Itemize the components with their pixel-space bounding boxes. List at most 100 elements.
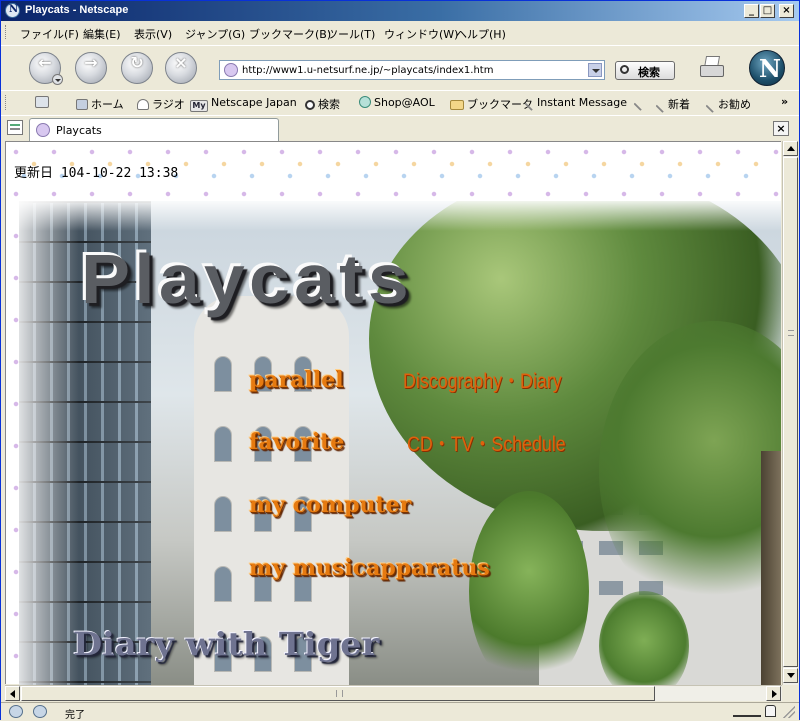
- bookmark-home-label: ホーム: [91, 98, 124, 111]
- bookmark-recommend-label: お勧め: [718, 98, 751, 111]
- toolbar-overflow-chevron[interactable]: »: [781, 95, 788, 108]
- bookmark-home[interactable]: ホーム: [76, 96, 124, 112]
- back-button[interactable]: ←: [29, 52, 63, 85]
- scroll-up-button[interactable]: [783, 141, 798, 156]
- netscape-status-icon[interactable]: [9, 705, 23, 718]
- arrow-right-icon: [772, 690, 777, 698]
- bookmark-pin-icon: [655, 103, 665, 114]
- close-tab-button[interactable]: ×: [773, 121, 789, 136]
- menu-go[interactable]: ジャンプ(G): [185, 26, 245, 42]
- sidebar-toggle-icon[interactable]: [7, 120, 23, 135]
- print-button[interactable]: [697, 55, 727, 81]
- scroll-right-button[interactable]: [766, 686, 781, 701]
- nav-link-favorite[interactable]: favorite: [249, 429, 344, 455]
- bookmark-netscape-japan-label: Netscape Japan: [211, 96, 297, 109]
- menu-file[interactable]: ファイル(F): [20, 26, 79, 42]
- nav-link-favorite-desc: CD・TV・Schedule: [407, 433, 566, 456]
- site-title-logo: Playcats: [81, 240, 413, 318]
- bookmark-new[interactable]: 新着: [655, 96, 690, 114]
- bookmark-search-label: 検索: [318, 98, 340, 111]
- url-input[interactable]: [242, 63, 582, 77]
- arrow-up-icon: [787, 146, 795, 151]
- bookmark-instant-message-label: Instant Message: [537, 96, 627, 109]
- stop-button[interactable]: ×: [165, 52, 197, 84]
- menu-bar: ファイル(F) 編集(E) 表示(V) ジャンプ(G) ブックマーク(B) ツー…: [1, 22, 799, 42]
- bookmark-shop-aol-label: Shop@AOL: [374, 96, 435, 109]
- tab-menu-button[interactable]: [35, 96, 52, 109]
- folder-icon: [450, 100, 464, 110]
- status-bar: 完了: [1, 702, 799, 721]
- site-favicon-icon: [36, 123, 50, 137]
- forward-arrow-icon: →: [84, 53, 98, 72]
- home-icon: [76, 99, 88, 110]
- bookmark-instant-message[interactable]: Instant Message: [524, 96, 627, 112]
- bookmarks-folder[interactable]: ブックマーク: [450, 96, 533, 112]
- resize-grip-icon[interactable]: [783, 706, 795, 718]
- scroll-down-button[interactable]: [783, 668, 798, 683]
- bookmark-pin-icon: [705, 103, 715, 114]
- bookmark-search[interactable]: 検索: [305, 96, 340, 112]
- nav-link-parallel[interactable]: parallel: [249, 367, 344, 393]
- tab-menu-icon: [35, 96, 49, 108]
- address-bar[interactable]: [219, 60, 605, 80]
- back-history-dropdown[interactable]: [52, 74, 63, 85]
- search-button-label: 検索: [638, 66, 660, 79]
- diary-with-tiger-link[interactable]: Diary with Tiger: [73, 625, 379, 663]
- close-button[interactable]: ×: [779, 4, 794, 18]
- toolbar-grip[interactable]: [5, 95, 8, 110]
- navigation-toolbar: ← → ↻ × 検索: [1, 45, 799, 89]
- maximize-button[interactable]: □: [760, 4, 775, 18]
- scroll-left-button[interactable]: [5, 686, 20, 701]
- bookmark-shop-aol[interactable]: Shop@AOL: [359, 96, 435, 109]
- bookmark-netscape-japan[interactable]: My Netscape Japan: [190, 96, 297, 112]
- netscape-app-icon[interactable]: [5, 3, 20, 18]
- vertical-scroll-thumb[interactable]: [783, 157, 798, 667]
- netscape-logo[interactable]: [749, 50, 785, 86]
- security-lock-icon[interactable]: [765, 705, 776, 717]
- vertical-scrollbar[interactable]: [782, 141, 798, 685]
- component-bar-icon[interactable]: [33, 705, 47, 718]
- tab-bar: Playcats ×: [1, 115, 799, 141]
- menu-help[interactable]: ヘルプ(H): [456, 26, 506, 42]
- menu-window[interactable]: ウィンドウ(W): [384, 26, 458, 42]
- arrow-down-icon: [787, 673, 795, 678]
- search-icon: [305, 100, 315, 110]
- bookmark-radio[interactable]: ラジオ: [137, 96, 185, 112]
- stop-icon: ×: [174, 53, 188, 72]
- reload-button[interactable]: ↻: [121, 52, 153, 84]
- search-button[interactable]: 検索: [615, 61, 675, 80]
- headphones-icon: [137, 99, 149, 110]
- tree-foliage-image: [469, 491, 589, 685]
- bookmark-pin-icon: [633, 101, 643, 112]
- browser-window: Playcats - Netscape _ □ × ファイル(F) 編集(E) …: [0, 0, 800, 721]
- aol-icon: [359, 96, 371, 108]
- menu-bookmarks[interactable]: ブックマーク(B): [249, 26, 331, 42]
- horizontal-scrollbar[interactable]: [5, 685, 782, 701]
- menu-edit[interactable]: 編集(E): [83, 26, 121, 42]
- bookmark-radio-label: ラジオ: [152, 98, 185, 111]
- minimize-button[interactable]: _: [744, 4, 759, 18]
- bookmark-recommend[interactable]: お勧め: [705, 96, 751, 114]
- nav-link-my-music-apparatus[interactable]: my musicapparatus: [249, 555, 490, 581]
- last-updated-text: 更新日 104-10-22 13:38: [14, 166, 179, 181]
- url-history-dropdown[interactable]: [588, 63, 602, 77]
- nav-link-parallel-desc: Discography・Diary: [403, 370, 562, 393]
- menu-tools[interactable]: ツール(T): [327, 26, 375, 42]
- site-favicon-icon: [224, 63, 238, 77]
- bookmark-pin[interactable]: [633, 96, 646, 112]
- scrollbar-corner: [782, 685, 798, 701]
- forward-button[interactable]: →: [75, 52, 107, 84]
- status-text: 完了: [65, 710, 85, 721]
- window-title: Playcats - Netscape: [25, 4, 129, 16]
- printer-icon: [700, 65, 724, 77]
- search-icon: [620, 65, 629, 74]
- title-bar[interactable]: Playcats - Netscape _ □ ×: [1, 1, 799, 21]
- connection-status-icon[interactable]: [733, 706, 761, 717]
- menu-view[interactable]: 表示(V): [134, 26, 172, 42]
- tab-playcats[interactable]: Playcats: [29, 118, 279, 141]
- nav-link-my-computer[interactable]: my computer: [249, 492, 411, 518]
- tab-label: Playcats: [56, 124, 102, 137]
- horizontal-scroll-thumb[interactable]: [21, 686, 655, 701]
- arrow-left-icon: [10, 690, 15, 698]
- toolbar-grip[interactable]: [5, 25, 8, 39]
